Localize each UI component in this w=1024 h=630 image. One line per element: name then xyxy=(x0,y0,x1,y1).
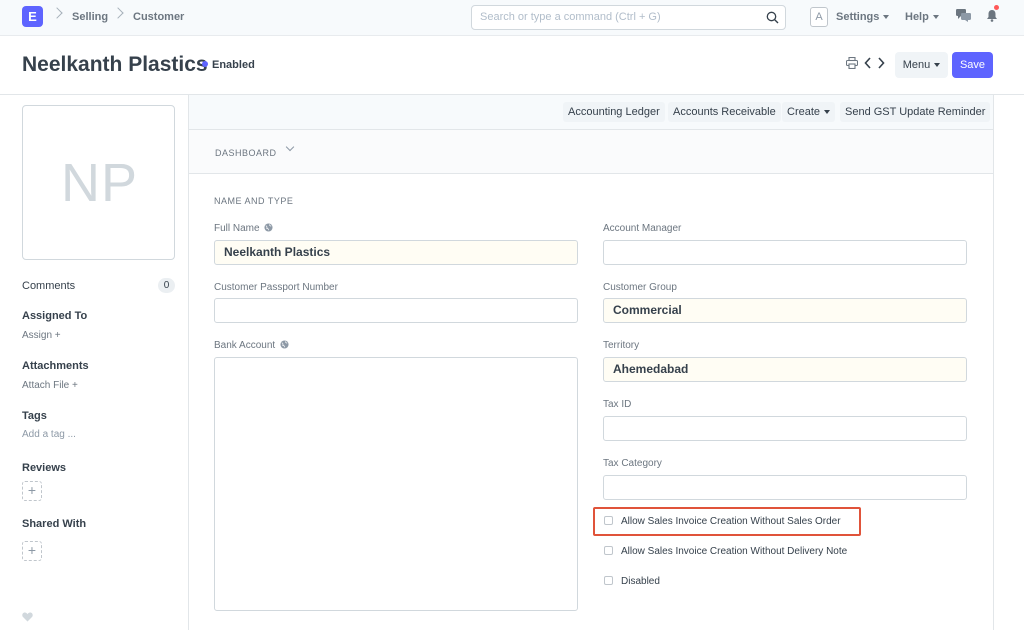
accounting-ledger-button[interactable]: Accounting Ledger xyxy=(563,102,665,122)
chat-icon[interactable] xyxy=(956,9,971,22)
territory-label: Territory xyxy=(603,340,640,351)
reviews-label: Reviews xyxy=(22,462,67,474)
tax-id-field[interactable] xyxy=(603,416,967,441)
status-label: Enabled xyxy=(212,59,255,71)
settings-label: Settings xyxy=(836,11,880,23)
next-icon[interactable] xyxy=(877,57,885,69)
menu-label: Menu xyxy=(902,59,931,71)
previous-icon[interactable] xyxy=(864,57,872,69)
globe-icon xyxy=(280,340,289,349)
status-indicator: Enabled xyxy=(202,59,255,71)
help-label: Help xyxy=(905,11,929,23)
assign-link[interactable]: Assign + xyxy=(22,330,61,341)
breadcrumb-customer[interactable]: Customer xyxy=(133,11,184,23)
disabled-row[interactable]: Disabled xyxy=(604,575,660,587)
settings-dropdown[interactable]: Settings xyxy=(836,11,890,23)
tags-label: Tags xyxy=(22,410,47,422)
tax-category-label: Tax Category xyxy=(603,458,662,469)
send-gst-reminder-button[interactable]: Send GST Update Reminder xyxy=(840,102,991,122)
territory-field[interactable]: Ahemedabad xyxy=(603,357,967,382)
save-button[interactable]: Save xyxy=(952,52,993,78)
bank-account-label-text: Bank Account xyxy=(214,340,276,351)
assigned-to-label: Assigned To xyxy=(22,310,88,322)
caret-down-icon xyxy=(883,15,890,20)
add-tag-link[interactable]: Add a tag ... xyxy=(22,429,76,440)
create-dropdown-button[interactable]: Create xyxy=(782,102,836,122)
caret-down-icon xyxy=(932,15,939,20)
attachments-label: Attachments xyxy=(22,360,89,372)
caret-down-icon xyxy=(934,63,941,68)
sidebar-divider xyxy=(188,95,189,630)
disabled-label: Disabled xyxy=(621,576,660,587)
app-logo[interactable]: E xyxy=(22,6,43,27)
tax-category-field[interactable] xyxy=(603,475,967,500)
allow-without-sales-order-label: Allow Sales Invoice Creation Without Sal… xyxy=(621,516,841,527)
allow-without-delivery-note-label: Allow Sales Invoice Creation Without Del… xyxy=(621,546,848,557)
account-manager-field[interactable] xyxy=(603,240,967,265)
avatar-initials: NP xyxy=(60,153,138,213)
notification-dot xyxy=(994,5,999,10)
allow-without-delivery-note-checkbox[interactable] xyxy=(604,545,613,555)
shared-with-label: Shared With xyxy=(22,518,87,530)
full-name-label: Full Name xyxy=(214,223,273,234)
bank-account-label: Bank Account xyxy=(214,340,289,351)
comments-count-badge: 0 xyxy=(158,278,175,293)
account-manager-label: Account Manager xyxy=(603,223,682,234)
customer-group-field[interactable]: Commercial xyxy=(603,298,967,323)
allow-without-sales-order-checkbox[interactable] xyxy=(604,515,613,525)
page-title: Neelkanth Plastics xyxy=(22,53,208,76)
chevron-right-icon xyxy=(112,7,124,19)
section-title: NAME AND TYPE xyxy=(214,196,294,206)
print-icon[interactable] xyxy=(846,57,858,69)
full-name-label-text: Full Name xyxy=(214,223,260,234)
create-label: Create xyxy=(787,106,821,118)
disabled-checkbox[interactable] xyxy=(604,575,613,585)
content-right-border xyxy=(993,95,994,630)
bell-icon[interactable] xyxy=(986,9,998,22)
dashboard-section[interactable]: DASHBOARD xyxy=(189,130,993,174)
comments-label: Comments xyxy=(22,280,76,292)
search-icon[interactable] xyxy=(766,11,779,24)
add-review-button[interactable]: + xyxy=(22,481,42,501)
attach-file-link[interactable]: Attach File + xyxy=(22,380,78,391)
add-share-button[interactable]: + xyxy=(22,541,42,561)
customer-group-label: Customer Group xyxy=(603,282,677,293)
globe-icon xyxy=(264,223,273,232)
passport-label: Customer Passport Number xyxy=(214,282,338,293)
allow-without-sales-order-row[interactable]: Allow Sales Invoice Creation Without Sal… xyxy=(604,515,841,527)
customer-avatar[interactable]: NP xyxy=(22,105,175,260)
accounts-receivable-button[interactable]: Accounts Receivable xyxy=(668,102,781,122)
allow-without-delivery-note-row[interactable]: Allow Sales Invoice Creation Without Del… xyxy=(604,545,848,557)
bank-account-field[interactable] xyxy=(214,357,578,611)
menu-button[interactable]: Menu xyxy=(895,52,948,78)
breadcrumb-selling[interactable]: Selling xyxy=(72,11,108,23)
full-name-field[interactable]: Neelkanth Plastics xyxy=(214,240,578,265)
help-dropdown[interactable]: Help xyxy=(905,11,939,23)
tax-id-label: Tax ID xyxy=(603,399,632,410)
user-avatar[interactable]: A xyxy=(810,7,828,27)
passport-field[interactable] xyxy=(214,298,578,323)
search-input[interactable] xyxy=(480,11,760,23)
chevron-right-icon xyxy=(51,7,63,19)
status-dot xyxy=(202,61,208,68)
chevron-down-icon[interactable] xyxy=(285,142,295,152)
heart-icon[interactable] xyxy=(22,612,33,622)
navbar: E Selling Customer A Settings Help xyxy=(0,0,1024,36)
search-bar xyxy=(471,5,786,30)
caret-down-icon xyxy=(824,110,831,115)
dashboard-label: DASHBOARD xyxy=(215,148,277,158)
